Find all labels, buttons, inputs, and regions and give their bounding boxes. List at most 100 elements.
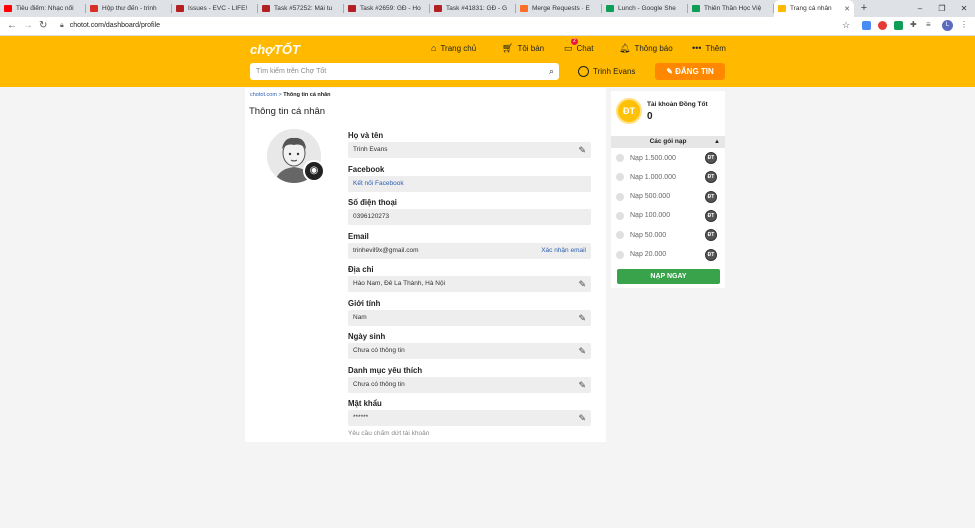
radio-button[interactable] <box>616 192 624 201</box>
edit-pencil-icon[interactable]: ✎ <box>578 377 586 393</box>
radio-button[interactable] <box>616 173 624 182</box>
browser-tab[interactable]: Tiêu điểm: Nhạc nổi <box>0 0 86 17</box>
profile-avatar[interactable]: L <box>942 20 953 31</box>
full-name-value[interactable]: Trinh Evans ✎ <box>348 142 591 158</box>
edit-pencil-icon[interactable]: ✎ <box>578 410 586 426</box>
favorite-categories-value[interactable]: Chưa có thông tin ✎ <box>348 376 591 393</box>
top-up-package-option[interactable]: Nạp 500.000 ĐT <box>616 188 720 206</box>
collapse-triangle-icon[interactable]: ▲ <box>714 136 720 148</box>
breadcrumb-home-link[interactable]: chotot.com <box>250 92 277 98</box>
breadcrumb: chotot.com > Thông tin cá nhân <box>250 92 331 98</box>
nav-home[interactable]: ⌂ Trang chủ <box>431 43 476 53</box>
translate-extension-icon[interactable] <box>862 21 871 30</box>
browser-tab[interactable]: Task #2659: GĐ - Ho <box>344 0 430 17</box>
minimize-icon[interactable]: – <box>909 0 931 17</box>
window-controls: – ❐ ✕ <box>909 0 975 17</box>
lock-icon: 🔒︎ <box>60 22 64 29</box>
nav-my-sales[interactable]: 🛒︎ Tôi bán <box>502 43 544 54</box>
chotot-icon <box>778 5 786 12</box>
redmine-icon <box>348 5 356 12</box>
top-up-package-option[interactable]: Nạp 1.500.000 ĐT <box>616 149 720 167</box>
chotot-logo[interactable]: chợTỐT <box>250 42 300 57</box>
user-menu[interactable]: Trinh Evans <box>578 66 635 77</box>
radio-button[interactable] <box>616 154 624 162</box>
browser-tab[interactable]: Lunch - Google She <box>602 0 688 17</box>
favorite-categories-field: Danh mục yêu thích Chưa có thông tin ✎ <box>348 366 591 393</box>
home-icon: ⌂ <box>431 43 437 53</box>
browser-tab[interactable]: Hộp thư đến - trinh <box>86 0 172 17</box>
close-tab-icon[interactable]: ✕ <box>844 5 850 13</box>
new-tab-icon[interactable]: + <box>856 0 872 17</box>
bell-icon: 🔔︎ <box>619 43 631 53</box>
dong-tot-coin-icon: ĐT <box>705 190 717 203</box>
password-value[interactable]: ****** ✎ <box>348 410 591 426</box>
browser-tab[interactable]: Issues - EVC - LIFE! <box>172 0 258 17</box>
edit-icon: ✎ <box>666 67 676 76</box>
radio-button[interactable] <box>616 250 624 259</box>
top-up-package-option[interactable]: Nạp 100.000 ĐT <box>616 207 720 225</box>
dong-tot-coin-icon: ĐT <box>705 171 717 184</box>
password-field: Mật khẩu ****** ✎ <box>348 399 591 426</box>
opera-extension-icon[interactable] <box>878 21 887 30</box>
top-up-package-option[interactable]: Nạp 20.000 ĐT <box>616 246 720 264</box>
field-label: Mật khẩu <box>348 399 382 408</box>
camera-icon[interactable]: ◉ <box>303 160 325 182</box>
gender-field: Giới tính Nam ✎ <box>348 299 591 326</box>
edit-pencil-icon[interactable]: ✎ <box>578 276 586 292</box>
birthday-value[interactable]: Chưa có thông tin ✎ <box>348 343 591 359</box>
balance-value: 0 <box>647 111 653 122</box>
radio-button[interactable] <box>616 211 624 220</box>
verify-email-link[interactable]: Xác nhận email <box>541 243 586 259</box>
url-field[interactable]: 🔒︎ chotot.com/dashboard/profile <box>60 20 160 32</box>
bookmark-star-icon[interactable]: ☆ <box>842 20 850 31</box>
top-up-package-option[interactable]: Nạp 50.000 ĐT <box>616 226 720 244</box>
field-label: Email <box>348 231 369 241</box>
address-value[interactable]: Hào Nam, Đê La Thành, Hà Nội ✎ <box>348 276 591 292</box>
phone-value: 0396120273 <box>348 209 591 225</box>
browser-tab[interactable]: Task #41831: GĐ - G <box>430 0 516 17</box>
birthday-field: Ngày sinh Chưa có thông tin ✎ <box>348 332 591 359</box>
email-field: Email trinhevil9x@gmail.com Xác nhận email <box>348 232 591 259</box>
maximize-icon[interactable]: ❐ <box>931 0 953 17</box>
nav-more[interactable]: ••• Thêm <box>692 43 726 53</box>
edit-pencil-icon[interactable]: ✎ <box>578 310 586 326</box>
chat-badge: 2 <box>571 38 578 45</box>
reading-list-icon[interactable]: ≡ <box>926 20 931 29</box>
packages-header[interactable]: Các gói nạp ▲ <box>611 136 725 148</box>
gender-value[interactable]: Nam ✎ <box>348 309 591 326</box>
field-label: Địa chỉ <box>348 265 374 274</box>
radio-button[interactable] <box>616 231 624 240</box>
browser-tab[interactable]: Merge Requests · E <box>516 0 602 17</box>
search-input[interactable]: Tìm kiếm trên Chợ Tốt ⌕ <box>250 63 559 80</box>
post-ad-button[interactable]: ✎ ĐĂNG TIN <box>655 63 725 80</box>
address-field: Địa chỉ Hào Nam, Đê La Thành, Hà Nội ✎ <box>348 265 591 292</box>
browser-tab-bar: Tiêu điểm: Nhạc nổi Hộp thư đến - trinh Is… <box>0 0 975 17</box>
grammar-extension-icon[interactable] <box>894 21 903 30</box>
browser-tab[interactable]: Thiên Thần Học Việ <box>688 0 774 17</box>
browser-tab[interactable]: Task #57252: Mái tu <box>258 0 344 17</box>
edit-pencil-icon[interactable]: ✎ <box>578 343 586 359</box>
address-bar: ← → ↻ 🔒︎ chotot.com/dashboard/profile ☆ ✚… <box>0 17 975 36</box>
browser-menu-icon[interactable]: ⋮ <box>960 20 968 29</box>
forward-icon[interactable]: → <box>23 20 33 31</box>
edit-pencil-icon[interactable]: ✎ <box>578 142 586 158</box>
nav-notifications[interactable]: 🔔︎ Thông báo <box>619 43 673 54</box>
search-icon[interactable]: ⌕ <box>549 63 554 80</box>
facebook-value[interactable]: Kết nối Facebook <box>348 175 591 192</box>
youtube-icon <box>4 5 12 12</box>
close-window-icon[interactable]: ✕ <box>953 0 975 17</box>
profile-panel: chotot.com > Thông tin cá nhân Thông tin… <box>245 88 606 442</box>
top-up-button[interactable]: NẠP NGAY <box>617 269 720 284</box>
delete-account-link[interactable]: Yêu cầu chấm dứt tài khoản <box>348 430 429 437</box>
reload-icon[interactable]: ↻ <box>39 20 47 31</box>
dong-tot-coin-icon: ĐT <box>705 209 717 222</box>
gitlab-icon <box>520 5 528 12</box>
back-icon[interactable]: ← <box>7 20 17 31</box>
extensions-puzzle-icon[interactable]: ✚ <box>910 20 917 29</box>
browser-tab[interactable]: Trang cá nhân ✕ <box>774 0 854 17</box>
field-label: Giới tính <box>348 298 381 308</box>
top-up-package-option[interactable]: Nạp 1.000.000 ĐT <box>616 168 720 186</box>
account-label: Tài khoản Đồng Tốt <box>647 101 708 108</box>
nav-chat[interactable]: ▭ 2 Chat <box>564 38 593 54</box>
page-title: Thông tin cá nhân <box>249 106 326 117</box>
